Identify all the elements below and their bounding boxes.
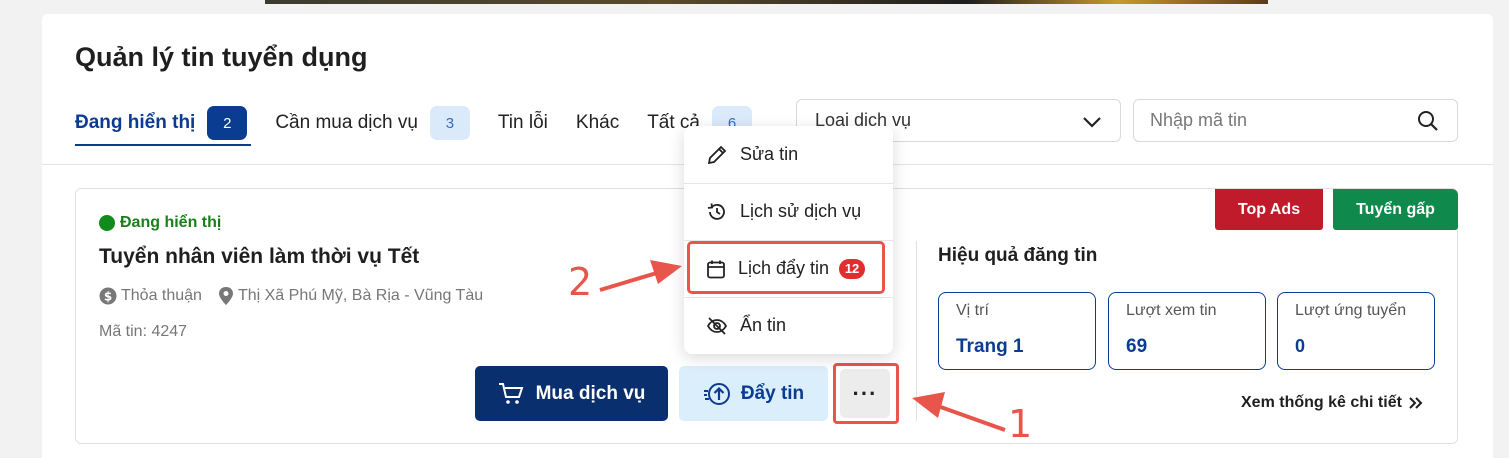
annotation-step-2: 2 <box>568 260 593 304</box>
annotation-step-1: 1 <box>1008 402 1033 446</box>
annotation-arrows <box>599 260 1006 432</box>
